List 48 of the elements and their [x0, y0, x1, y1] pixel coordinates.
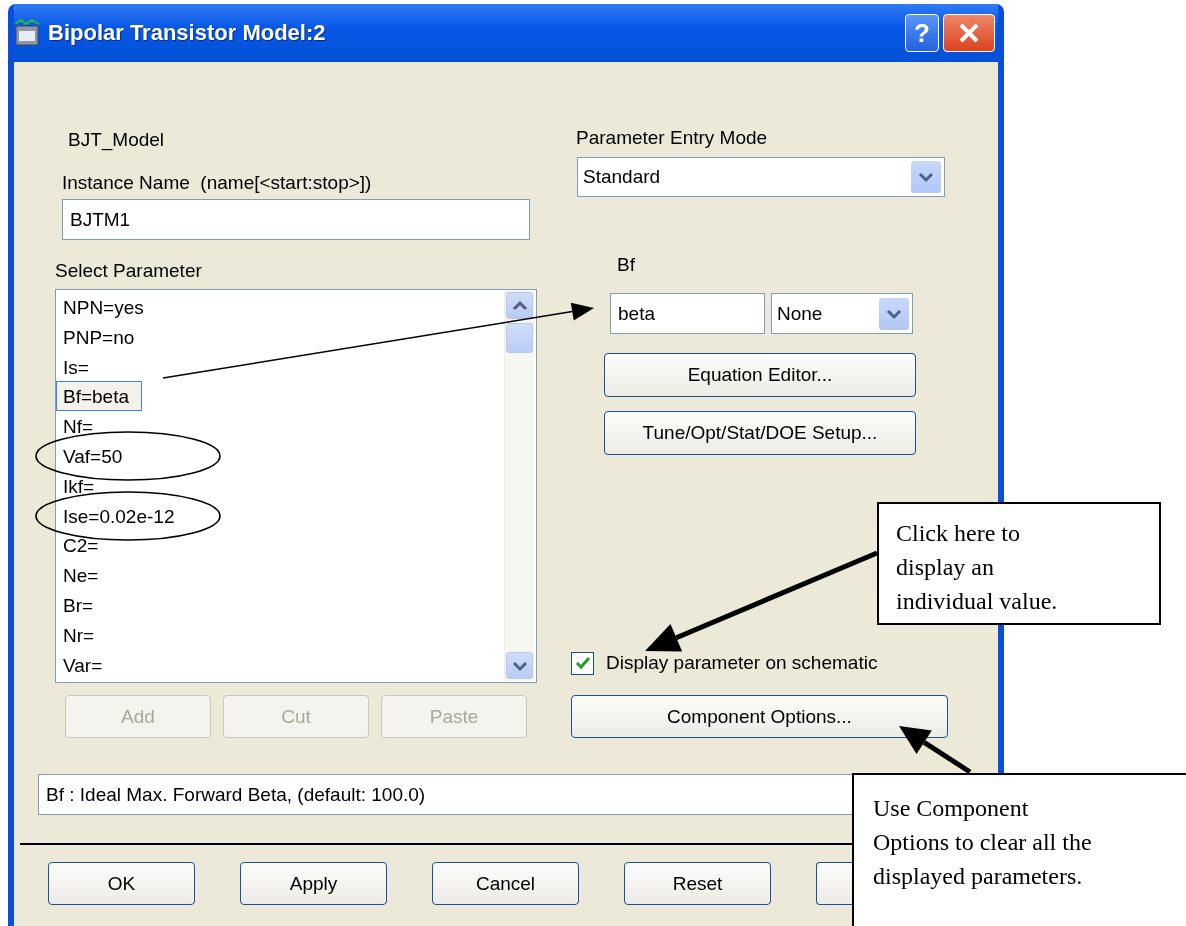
chevron-up-icon: [510, 299, 529, 312]
dialog-button[interactable]: OK: [48, 862, 195, 905]
entry-mode-dropdown[interactable]: Standard: [577, 157, 945, 197]
parameter-list[interactable]: NPN=yes PNP=no Is= Bf=beta Nf= Vaf=50 Ikf= Ise=0.02e-12 C2= Ne= Br= Nr= Var=: [55, 289, 537, 683]
component-options-button[interactable]: Component Options...: [571, 695, 948, 738]
description-field: Bf : Ideal Max. Forward Beta, (default: 100.0): [38, 774, 852, 815]
list-item[interactable]: NPN=yes: [56, 292, 151, 322]
list-item[interactable]: Br=: [56, 589, 101, 620]
chevron-down-icon: [510, 659, 529, 672]
parameter-name: Bf: [617, 254, 636, 276]
list-item[interactable]: Ikf=: [56, 470, 102, 501]
dialog-button[interactable]: Cancel: [432, 862, 579, 905]
setup-button[interactable]: Tune/Opt/Stat/DOE Setup...: [604, 411, 916, 455]
equation-editor-button[interactable]: Equation Editor...: [604, 353, 916, 397]
callout: Click here to display an individual value.: [877, 502, 1161, 625]
field-label: Parameter Entry Mode: [576, 127, 769, 149]
field-label: Instance Name (name[<start:stop>]): [62, 172, 373, 194]
scroll-up-button[interactable]: [506, 292, 533, 319]
list-item[interactable]: Nr=: [56, 619, 102, 650]
parameter-value-field[interactable]: beta: [610, 293, 765, 334]
app-icon: [14, 19, 40, 47]
scroll-thumb[interactable]: [506, 323, 533, 353]
list-item[interactable]: C2=: [56, 530, 106, 561]
scrollbar[interactable]: [504, 291, 534, 681]
window-title: Bipolar Transistor Model:2: [48, 20, 326, 46]
instance-name-field[interactable]: BJTM1: [62, 199, 530, 240]
list-item[interactable]: Nf=: [56, 411, 101, 441]
close-icon: [958, 22, 980, 44]
help-button[interactable]: ?: [905, 14, 939, 52]
checkbox-label: Display parameter on schematic: [606, 652, 878, 674]
scroll-down-button[interactable]: [506, 652, 533, 679]
chevron-down-icon: [917, 171, 935, 183]
list-label: Select Parameter: [55, 260, 203, 282]
list-item[interactable]: Is=: [56, 351, 96, 382]
checkmark-icon: [574, 656, 591, 670]
callout: Use Component Options to clear all the displayed parameters.: [852, 773, 1186, 926]
model-name: BJT_Model: [68, 129, 166, 151]
unit-dropdown[interactable]: None: [771, 293, 913, 334]
dialog-button[interactable]: Apply: [240, 862, 387, 905]
checkbox[interactable]: [571, 651, 594, 675]
dialog-button[interactable]: [816, 862, 852, 905]
close-button[interactable]: [943, 14, 995, 52]
chevron-down-icon: [885, 307, 903, 320]
list-item[interactable]: Bf=beta: [56, 381, 143, 412]
list-item[interactable]: Var=: [56, 649, 110, 680]
dialog-button[interactable]: Reset: [624, 862, 771, 905]
list-item[interactable]: PNP=no: [56, 321, 142, 352]
list-item[interactable]: Ne=: [56, 560, 106, 590]
